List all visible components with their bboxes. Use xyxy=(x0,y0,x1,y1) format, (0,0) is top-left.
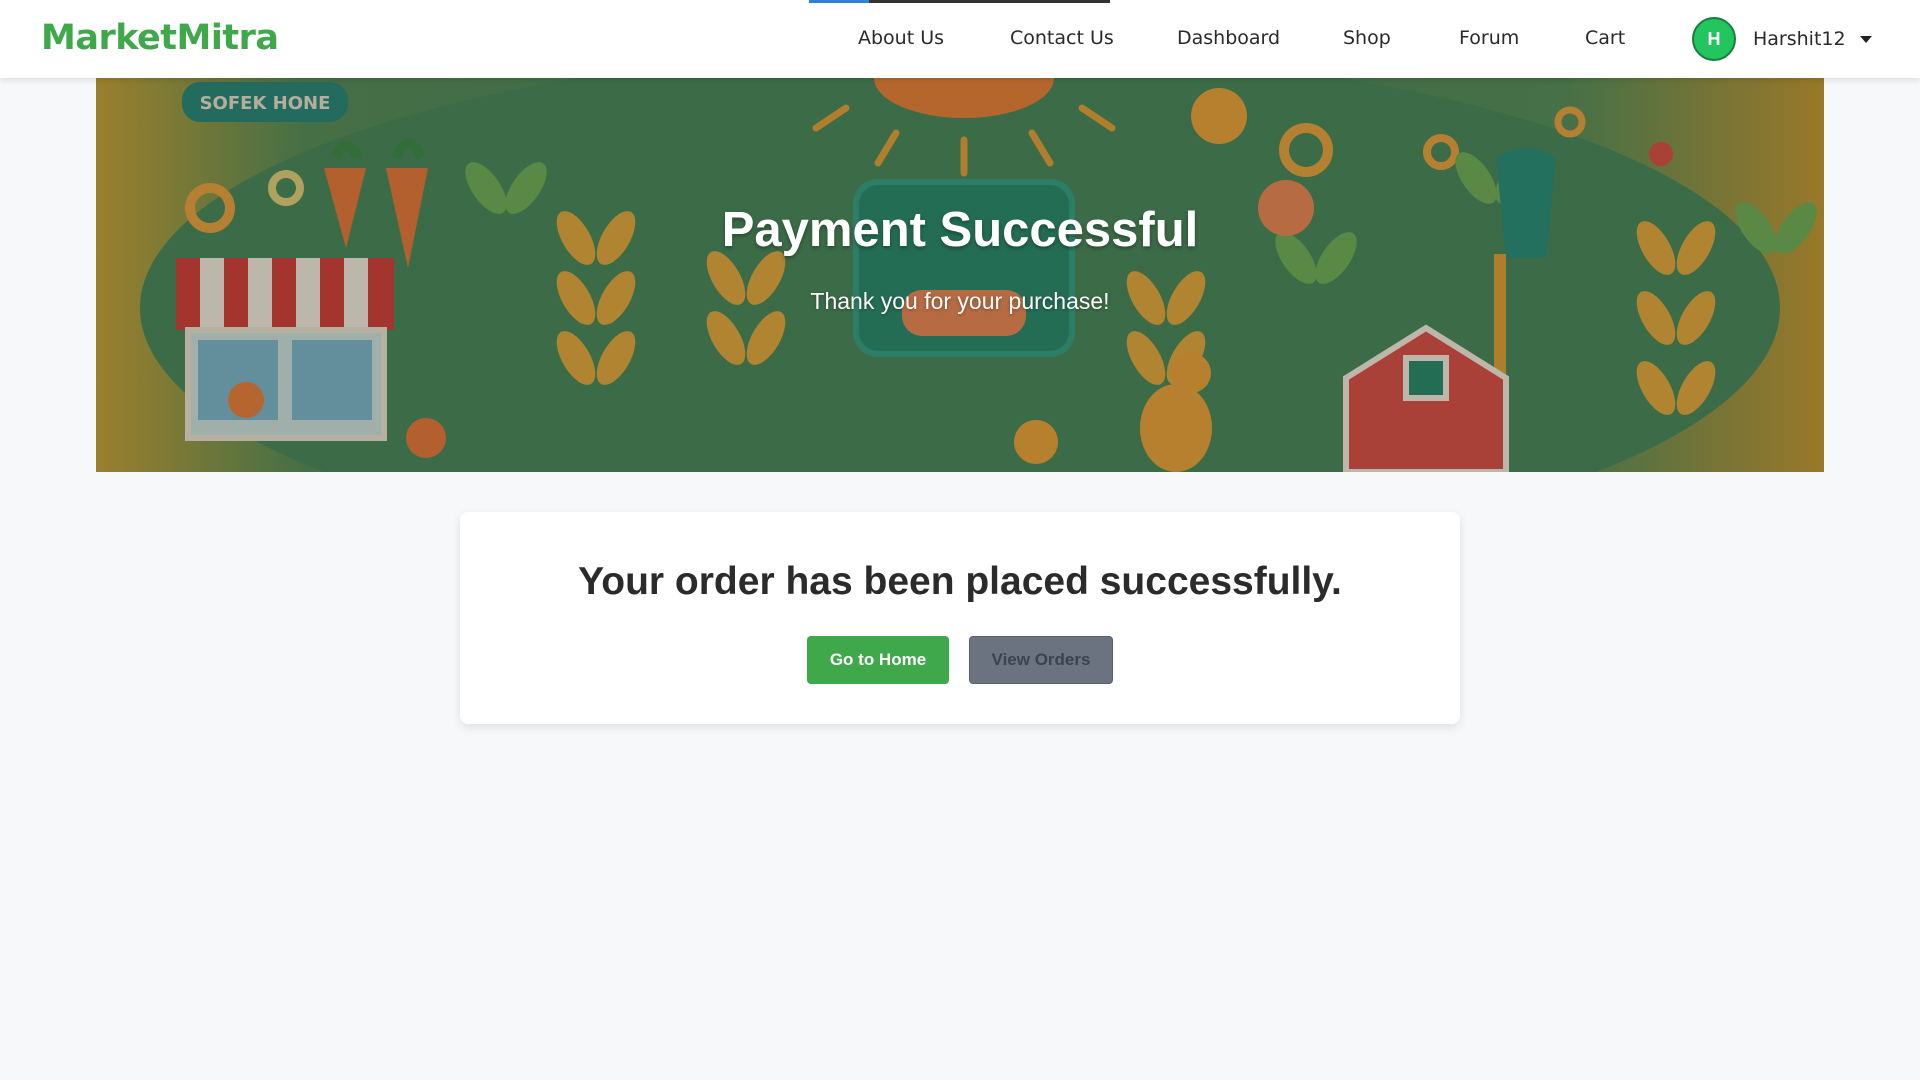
nav-link-dashboard[interactable]: Dashboard xyxy=(1177,27,1280,49)
view-orders-button[interactable]: View Orders xyxy=(969,636,1113,684)
hero-title: Payment Successful xyxy=(721,203,1199,257)
chevron-down-icon xyxy=(1859,35,1872,43)
hero-overlay xyxy=(96,78,1824,472)
hero-subtitle: Thank you for your purchase! xyxy=(810,288,1110,314)
order-success-message: Your order has been placed successfully. xyxy=(578,560,1342,603)
nav-link-cart[interactable]: Cart xyxy=(1585,27,1625,49)
nav-link-about-us[interactable]: About Us xyxy=(858,27,944,49)
nav-link-forum[interactable]: Forum xyxy=(1459,27,1519,49)
avatar: H xyxy=(1692,17,1736,61)
nav-link-shop[interactable]: Shop xyxy=(1343,27,1391,49)
top-navbar: MarketMitra About Us Contact Us Dashboar… xyxy=(0,0,1920,78)
go-to-home-button[interactable]: Go to Home xyxy=(807,636,949,684)
nav-links: About Us Contact Us Dashboard Shop Forum… xyxy=(0,0,1920,78)
order-confirmation-card: Your order has been placed successfully.… xyxy=(460,512,1460,724)
user-menu[interactable]: H Harshit12 xyxy=(1692,17,1872,61)
hero-banner: SOFEK HONE Payment Successful Thank you … xyxy=(96,78,1824,472)
nav-link-contact-us[interactable]: Contact Us xyxy=(1010,27,1114,49)
username: Harshit12 xyxy=(1753,28,1846,50)
